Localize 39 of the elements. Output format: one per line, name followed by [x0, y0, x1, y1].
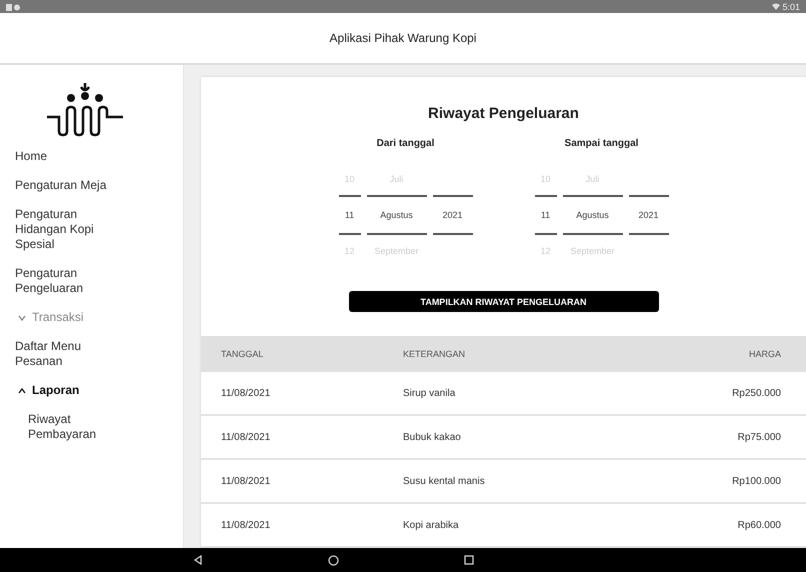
picker-label: Dari tanggal	[376, 138, 434, 149]
day-option[interactable]: 11	[338, 195, 360, 235]
recents-icon[interactable]	[464, 555, 474, 565]
caret-icon	[18, 388, 26, 394]
home-icon[interactable]	[328, 554, 338, 566]
nav-item[interactable]: Pengaturan Hidangan Kopi Spesial	[15, 207, 183, 252]
page-title: Riwayat Pengeluaran	[428, 105, 579, 122]
column-header: HARGA	[615, 336, 806, 372]
status-time: 5:01	[782, 2, 800, 12]
table-cell: Rp75.000	[615, 415, 806, 459]
show-history-button[interactable]: TAMPILKAN RIWAYAT PENGELUARAN	[348, 291, 658, 312]
table-cell: Rp100.000	[615, 459, 806, 503]
table-cell: 11/08/2021	[201, 372, 402, 415]
nav-item[interactable]: Pengaturan Meja	[15, 178, 183, 193]
wifi-icon	[772, 3, 780, 10]
month-option[interactable]: Agustus	[562, 195, 622, 235]
month-option[interactable]: Agustus	[366, 195, 426, 235]
nav-item[interactable]: Home	[15, 149, 183, 164]
table-cell: Susu kental manis	[402, 459, 616, 503]
app-title: Aplikasi Pihak Warung Kopi	[330, 31, 476, 45]
table-cell: Sirup vanila	[402, 372, 616, 415]
year-option[interactable]: 2021	[628, 195, 668, 235]
nav-item[interactable]: Pengaturan Pengeluaran	[15, 266, 183, 296]
table-cell: 11/08/2021	[201, 459, 402, 503]
nav-group[interactable]: Laporan	[15, 383, 183, 398]
table-cell: Bubuk kakao	[402, 415, 616, 459]
back-icon[interactable]	[192, 555, 202, 565]
caret-icon	[18, 314, 26, 320]
picker-label: Sampai tanggal	[564, 138, 638, 149]
nav-item[interactable]: Daftar Menu Pesanan	[15, 339, 183, 369]
day-option[interactable]: 11	[534, 195, 556, 235]
nav-group[interactable]: Transaksi	[15, 310, 183, 325]
table-cell: Rp250.000	[615, 372, 806, 415]
year-option[interactable]: 2021	[432, 195, 472, 235]
column-header: TANGGAL	[201, 336, 402, 372]
nav-item[interactable]: Riwayat Pembayaran	[15, 412, 183, 442]
logo-icon	[45, 81, 125, 137]
column-header: KETERANGAN	[402, 336, 616, 372]
table-cell: 11/08/2021	[201, 415, 402, 459]
